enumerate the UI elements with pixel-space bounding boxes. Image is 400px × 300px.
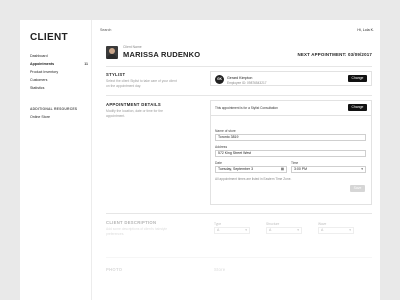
store-name-field[interactable]: Toronto 3819 [215,134,366,141]
date-value: Tuesday, September 3 [218,167,254,171]
sidebar-item-statistics[interactable]: Statistics [30,84,88,92]
timezone-note: All appointment times are listed in East… [215,177,292,181]
stylist-employee-id: Employee ID: 09876543217 [227,81,267,85]
resources-heading: ADDITIONAL RESOURCES [30,107,78,111]
section-divider [106,213,372,214]
stylist-name: Gerard Kimpton [227,76,253,80]
stylist-section-title: STYLIST [106,72,126,77]
chevron-down-icon: ▾ [349,228,351,232]
save-button[interactable]: Save [350,185,365,192]
chevron-down-icon: ▾ [297,228,299,232]
appointment-form-card: Name of store Toronto 3819 Address 572 K… [210,115,372,205]
photo-section-title: PHOTO [106,267,123,272]
sidebar-item-online-store[interactable]: Online Store [30,113,88,121]
type-select[interactable]: A ▾ [214,227,250,234]
wave-label: Wave [318,222,327,226]
store-name-label: Name of store [215,129,236,133]
address-label: Address [215,145,228,149]
sidebar-item-customers[interactable]: Customers [30,76,88,84]
chevron-down-icon: ▾ [361,167,363,171]
section-divider [106,95,372,96]
date-label: Date [215,161,222,165]
sidebar-item-label: Customers [30,78,48,82]
calendar-icon: ▦ [280,167,284,171]
search-input[interactable]: Search [100,28,111,32]
app-logo: CLIENT [30,32,68,43]
top-bar: Search Hi, Lola K. [92,20,380,38]
client-header: Client Name MARISSA RUDENKO NEXT APPOINT… [106,42,372,62]
sidebar-item-product-inventory[interactable]: Product Inventory [30,68,88,76]
store-sub-label: Store [214,267,226,272]
sidebar-item-label: Statistics [30,86,45,90]
chevron-down-icon: ▾ [245,228,247,232]
sidebar: CLIENT Dashboard Appointments 11 Product… [20,20,92,300]
appointments-count-badge: 11 [84,62,88,66]
client-avatar [106,46,118,59]
appointment-section-title: APPOINTMENT DETAILS [106,102,161,107]
address-field[interactable]: 572 King Street West [215,150,366,157]
sidebar-nav: Dashboard Appointments 11 Product Invent… [30,52,88,121]
structure-label: Structure [266,222,280,226]
app-window: CLIENT Dashboard Appointments 11 Product… [20,20,380,300]
section-divider [106,66,372,67]
stylist-section-description: Select the client Stylist to take care o… [106,79,177,88]
next-appointment: NEXT APPOINTMENT: 03/09/2017 [297,52,372,57]
sidebar-item-label: Product Inventory [30,70,59,74]
appointment-section-description: Modify the location, date or time for th… [106,109,163,118]
client-description-title: CLIENT DESCRIPTION [106,220,157,225]
section-divider [106,257,372,258]
time-value: 3:00 PM [294,167,308,171]
type-label: Type [214,222,222,226]
appointment-type-card: This appointment is for a Stylist Consul… [210,100,372,116]
time-field[interactable]: 3:00 PM ▾ [291,166,366,173]
change-stylist-button[interactable]: Change [348,75,367,82]
wave-select[interactable]: A ▾ [318,227,354,234]
sidebar-item-label: Online Store [30,115,50,119]
type-value: A [217,228,220,232]
structure-value: A [269,228,272,232]
appointment-type-text: This appointment is for a Stylist Consul… [215,106,278,110]
client-name-label: Client Name [123,45,142,49]
sidebar-item-appointments[interactable]: Appointments 11 [30,60,88,68]
sidebar-item-label: Appointments [30,62,55,66]
time-label: Time [291,161,299,165]
client-name: MARISSA RUDENKO [123,50,201,59]
stylist-card: GK Gerard Kimpton Employee ID: 098765432… [210,71,372,86]
sidebar-item-dashboard[interactable]: Dashboard [30,52,88,60]
wave-value: A [321,228,324,232]
stylist-avatar: GK [215,75,224,84]
structure-select[interactable]: A ▾ [266,227,302,234]
change-appointment-type-button[interactable]: Change [348,104,367,111]
client-description-text: Add some descriptions of client's hairst… [106,227,168,236]
date-field[interactable]: Tuesday, September 3 ▦ [215,166,287,173]
sidebar-item-label: Dashboard [30,54,48,58]
user-greeting[interactable]: Hi, Lola K. [357,28,374,32]
